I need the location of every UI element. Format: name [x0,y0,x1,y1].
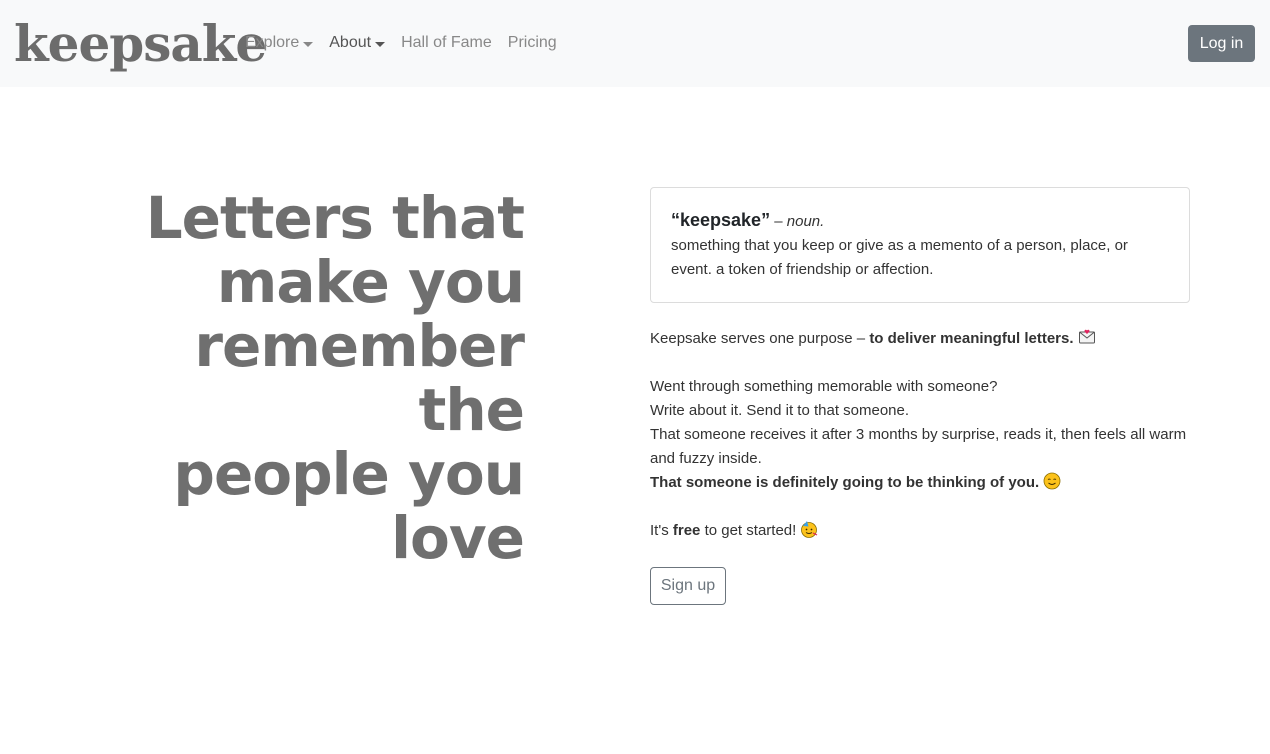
free-bold: free [672,522,701,539]
purpose-prefix: Keepsake serves one purpose – [650,330,870,347]
free-line: It's free to get started! [650,519,1190,543]
nav-explore-dropdown[interactable]: Explore [245,33,314,53]
hero-heading: Letters that make you remember the peopl… [100,184,525,572]
navbar: keepsake Explore About Hall of Fame Pric… [0,0,1270,87]
partying-face-icon [801,521,818,538]
hero-line: make you [216,248,525,316]
brand-logo[interactable]: keepsake [14,12,267,76]
nav-hall-of-fame-link[interactable]: Hall of Fame [401,33,492,53]
definition-dash: – [770,213,787,230]
story-line-4: That someone is definitely going to be t… [650,471,1190,495]
definition-header: “keepsake” – noun. [671,208,1169,234]
login-button[interactable]: Log in [1188,25,1255,62]
purpose-line: Keepsake serves one purpose – to deliver… [650,327,1190,351]
definition-card: “keepsake” – noun. something that you ke… [650,187,1190,303]
hero-line: love [391,504,525,572]
free-suffix: to get started! [700,522,797,539]
chevron-down-icon [375,41,386,47]
chevron-down-icon [303,41,314,47]
nav-pricing-link[interactable]: Pricing [508,33,557,53]
love-letter-icon [1078,329,1095,344]
story-line-2: Write about it. Send it to that someone. [650,402,910,419]
definition-text: something that you keep or give as a mem… [671,237,1128,278]
hero-line: remember the [194,312,525,444]
purpose-bold: to deliver meaningful letters. [869,330,1074,347]
free-prefix: It's [650,522,673,539]
hero-line: Letters that [145,184,525,252]
nav-links: Explore About Hall of Fame Pricing [245,33,573,53]
nav-about-dropdown[interactable]: About [329,33,386,53]
signup-button[interactable]: Sign up [650,567,726,605]
definition-part-of-speech: noun. [786,213,825,230]
hero-line: people you [173,440,525,508]
smiling-face-icon [1043,472,1061,490]
nav-about-label: About [329,34,372,51]
story-line-3: That someone receives it after 3 months … [650,426,1187,467]
description: Keepsake serves one purpose – to deliver… [650,327,1190,543]
definition-word: “keepsake” [671,210,771,230]
story-line-4-bold: That someone is definitely going to be t… [650,474,1040,491]
nav-explore-label: Explore [245,34,300,51]
story-line-1: Went through something memorable with so… [650,378,998,395]
